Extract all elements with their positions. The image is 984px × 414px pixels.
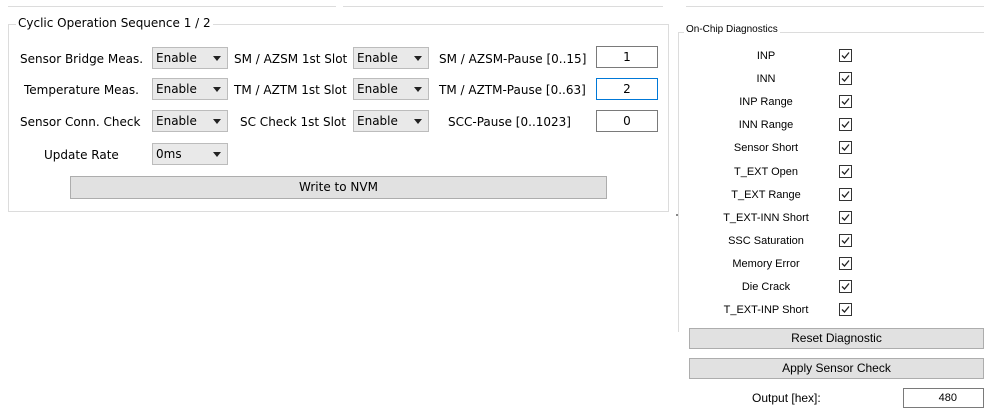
tm-aztm-1st-slot-label: TM / AZTM 1st Slot — [234, 83, 347, 97]
diagnostic-label: INP — [756, 50, 776, 62]
diagnostic-checkbox[interactable] — [839, 233, 852, 247]
sc-check-1st-slot-label: SC Check 1st Slot — [240, 115, 346, 129]
update-rate-value: 0ms — [156, 147, 182, 161]
write-to-nvm-button[interactable]: Write to NVM — [70, 176, 607, 199]
sensor-bridge-meas-select[interactable]: Enable — [152, 47, 228, 69]
top-separator-left — [8, 6, 336, 7]
diagnostic-checkbox[interactable] — [839, 95, 852, 109]
temperature-meas-value: Enable — [156, 82, 197, 96]
checkmark-icon — [841, 283, 850, 290]
diagnostic-checkbox[interactable] — [839, 256, 852, 270]
sm-azsm-1st-slot-value: Enable — [357, 51, 398, 65]
checkmark-icon — [841, 190, 850, 198]
diagnostic-label: T_EXT-INN Short — [723, 211, 809, 224]
output-hex-field[interactable]: 480 — [903, 388, 984, 408]
tm-aztm-1st-slot-select[interactable]: Enable — [353, 78, 429, 100]
chevron-down-icon — [414, 119, 422, 124]
scc-pause-input[interactable]: 0 — [596, 110, 658, 132]
cyclic-operation-title: Cyclic Operation Sequence 1 / 2 — [16, 16, 213, 30]
tm-aztm-pause-input[interactable]: 2 — [596, 78, 658, 100]
checkmark-icon — [841, 52, 850, 59]
apply-sensor-check-button[interactable]: Apply Sensor Check — [689, 358, 984, 379]
update-rate-label: Update Rate — [44, 148, 119, 162]
diagnostic-label: INN — [756, 73, 776, 86]
checkmark-icon — [841, 98, 850, 106]
temperature-meas-label: Temperature Meas. — [24, 83, 139, 97]
diagnostic-label: Sensor Short — [733, 142, 799, 155]
diagnostics-title: On-Chip Diagnostics — [684, 24, 780, 35]
sm-azsm-pause-label: SM / AZSM-Pause [0..15] — [439, 52, 587, 66]
small-dot-marker — [676, 214, 678, 216]
sensor-bridge-meas-label: Sensor Bridge Meas. — [20, 52, 144, 66]
diagnostic-checkbox[interactable] — [839, 72, 852, 86]
output-hex-value: 480 — [938, 392, 957, 404]
sm-azsm-1st-slot-select[interactable]: Enable — [353, 47, 429, 69]
chevron-down-icon — [414, 87, 422, 92]
temperature-meas-select[interactable]: Enable — [152, 78, 228, 100]
sm-azsm-1st-slot-label: SM / AZSM 1st Slot — [234, 52, 348, 66]
scc-pause-label: SCC-Pause [0..1023] — [448, 115, 571, 129]
chevron-down-icon — [213, 119, 221, 124]
checkmark-icon — [841, 144, 850, 152]
write-to-nvm-label: Write to NVM — [299, 180, 378, 194]
tm-aztm-pause-label: TM / AZTM-Pause [0..63] — [439, 83, 586, 97]
diagnostic-label: SSC Saturation — [728, 234, 804, 247]
diagnostic-checkbox[interactable] — [839, 303, 852, 317]
diagnostic-checkbox[interactable] — [839, 49, 852, 62]
update-rate-select[interactable]: 0ms — [152, 143, 228, 165]
checkmark-icon — [841, 236, 850, 244]
checkmark-icon — [841, 75, 850, 83]
reset-diagnostic-label: Reset Diagnostic — [791, 331, 882, 345]
apply-sensor-check-label: Apply Sensor Check — [782, 361, 891, 375]
chevron-down-icon — [213, 87, 221, 92]
sensor-conn-check-select[interactable]: Enable — [152, 110, 228, 132]
chevron-down-icon — [414, 56, 422, 61]
diagnostic-label: Die Crack — [741, 281, 791, 293]
checkmark-icon — [841, 259, 850, 267]
checkmark-icon — [841, 213, 850, 221]
sensor-conn-check-value: Enable — [156, 114, 197, 128]
diagnostic-label: INN Range — [738, 119, 794, 132]
sc-check-1st-slot-select[interactable]: Enable — [353, 110, 429, 132]
top-separator-right — [343, 6, 663, 7]
diagnostic-label: Memory Error — [732, 257, 800, 270]
tm-aztm-pause-value: 2 — [623, 82, 631, 96]
diagnostic-checkbox[interactable] — [839, 118, 852, 132]
diagnostic-checkbox[interactable] — [839, 210, 852, 224]
diagnostic-checkbox[interactable] — [839, 164, 852, 178]
reset-diagnostic-button[interactable]: Reset Diagnostic — [689, 328, 984, 349]
tm-aztm-1st-slot-value: Enable — [357, 82, 398, 96]
diagnostic-label: INP Range — [739, 96, 793, 109]
sm-azsm-pause-value: 1 — [623, 50, 631, 64]
sensor-conn-check-label: Sensor Conn. Check — [20, 115, 141, 129]
checkmark-icon — [841, 306, 850, 314]
checkmark-icon — [841, 167, 850, 175]
diagnostic-label: T_EXT Range — [731, 188, 801, 201]
sensor-bridge-meas-value: Enable — [156, 51, 197, 65]
checkmark-icon — [841, 121, 850, 129]
chevron-down-icon — [213, 56, 221, 61]
output-hex-label: Output [hex]: — [752, 391, 821, 405]
sc-check-1st-slot-value: Enable — [357, 114, 398, 128]
diagnostic-checkbox[interactable] — [839, 141, 852, 155]
top-separator-far-right — [686, 6, 984, 7]
diagnostic-label: T_EXT Open — [734, 165, 798, 178]
chevron-down-icon — [213, 152, 221, 157]
diagnostic-checkbox[interactable] — [839, 280, 852, 293]
diagnostic-label: T_EXT-INP Short — [723, 304, 809, 317]
diagnostics-group — [678, 32, 984, 332]
diagnostic-checkbox[interactable] — [839, 187, 852, 201]
sm-azsm-pause-input[interactable]: 1 — [596, 46, 658, 68]
scc-pause-value: 0 — [623, 114, 631, 128]
